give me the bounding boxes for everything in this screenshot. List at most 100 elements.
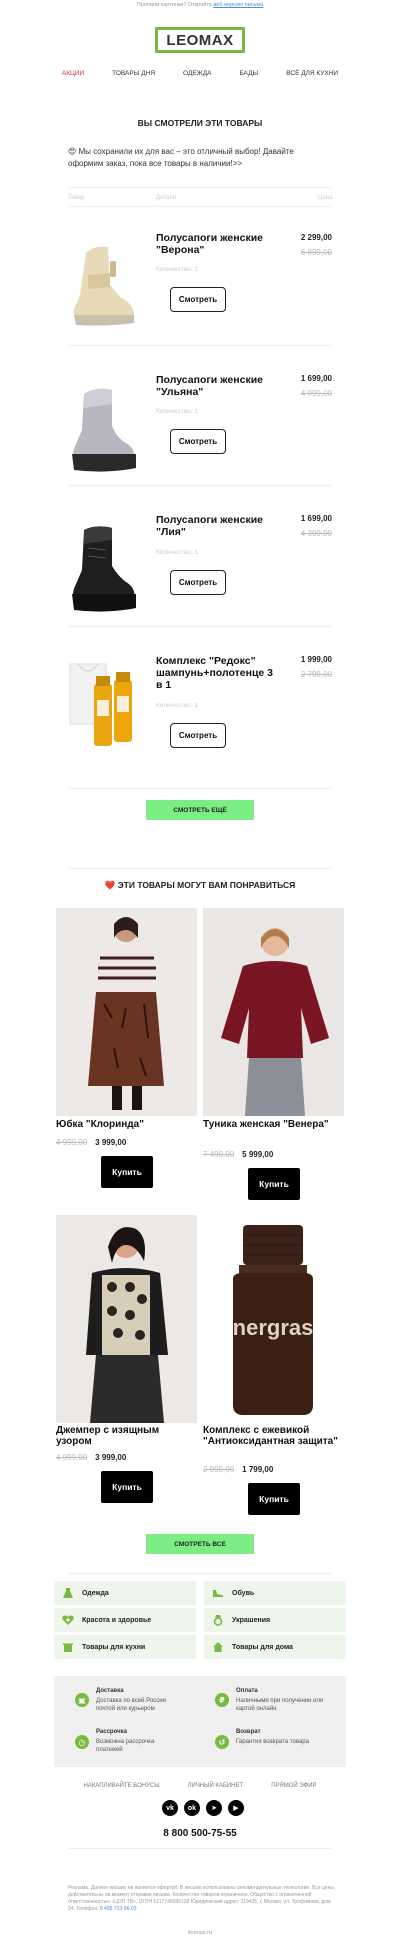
youtube-icon[interactable]: ▶	[228, 1800, 244, 1816]
site-link[interactable]: leomax.ru	[0, 1930, 400, 1936]
rec-price-row: 4 999,00 3 999,00	[56, 1453, 126, 1462]
ruble-icon: ₽	[215, 1693, 229, 1707]
info-title: Возврат	[236, 1729, 261, 1735]
product-qty: Количество: 1	[156, 549, 199, 556]
buy-button[interactable]: Купить	[248, 1168, 300, 1200]
info-title: Рассрочка	[96, 1729, 127, 1735]
vk-icon[interactable]: vk	[162, 1800, 178, 1816]
col-header-goods: Товар	[68, 195, 85, 201]
logo[interactable]: LEOMAX	[155, 27, 245, 53]
footer-links: НАКАПЛИВАЙТЕ БОНУСЫ ЛИЧНЫЙ КАБИНЕТ ПРЯМО…	[0, 1783, 400, 1789]
col-header-details: Детали	[156, 195, 177, 201]
rec-image-skirt[interactable]	[56, 908, 197, 1116]
rec-image-tunic[interactable]	[203, 908, 344, 1116]
footer-link-live[interactable]: ПРЯМОЙ ЭФИР	[271, 1783, 316, 1789]
boot-image	[73, 246, 135, 326]
product-qty: Количество: 1	[156, 266, 199, 273]
nav-item-sales[interactable]: АКЦИИ	[62, 70, 84, 77]
category-shoes[interactable]: Обувь	[204, 1581, 346, 1605]
recommend-title: ❤️ ЭТИ ТОВАРЫ МОГУТ ВАМ ПОНРАВИТЬСЯ	[104, 880, 296, 890]
category-jewelry[interactable]: Украшения	[204, 1608, 346, 1632]
rec-price: 3 999,00	[95, 1138, 127, 1147]
rec-product-name[interactable]: Джемпер с изящным узором	[56, 1425, 197, 1447]
category-home[interactable]: Товары для дома	[204, 1635, 346, 1659]
product-image-ulyana[interactable]	[66, 378, 138, 483]
legal-phone-link[interactable]: 8 495 733-96-03	[100, 1906, 137, 1912]
shoe-icon	[213, 1590, 224, 1597]
view-button[interactable]: Смотреть	[170, 429, 226, 454]
category-clothes[interactable]: Одежда	[54, 1581, 196, 1605]
phone-number[interactable]: 8 800 500-75-55	[0, 1828, 400, 1839]
product-old-price: 4 999,00	[300, 389, 332, 398]
view-button[interactable]: Смотреть	[170, 287, 226, 312]
boot-image	[72, 526, 136, 612]
rec-old-price: 4 999,00	[56, 1138, 88, 1147]
rec-old-price: 2 999,00	[203, 1465, 235, 1474]
ring-icon	[213, 1615, 223, 1626]
info-text: Возможна рассрочка платежей	[96, 1739, 155, 1753]
bottle-photo: nergras	[233, 1225, 314, 1415]
bottle-label: nergras	[233, 1315, 314, 1340]
see-more-button[interactable]: СМОТРЕТЬ ЕЩЁ	[146, 800, 254, 820]
nav-item-supplements[interactable]: БАДЫ	[239, 70, 258, 77]
view-button[interactable]: Смотреть	[170, 570, 226, 595]
pot-icon	[63, 1643, 73, 1652]
col-header-price: Цена	[318, 195, 333, 201]
skirt-photo	[88, 917, 164, 1110]
product-name[interactable]: Полусапоги женские "Лия"	[156, 514, 278, 538]
nav-item-deals[interactable]: ТОВАРЫ ДНЯ	[112, 70, 155, 77]
telegram-icon[interactable]: ➤	[206, 1800, 222, 1816]
rec-price: 3 999,00	[95, 1453, 127, 1462]
rec-image-complex[interactable]: nergras	[203, 1215, 344, 1423]
heart-plus-icon	[62, 1615, 74, 1625]
web-version-link[interactable]: веб-версию письма	[213, 2, 263, 8]
social-links: vk ok ➤ ▶	[162, 1800, 244, 1816]
rec-old-price: 7 499,00	[203, 1150, 235, 1159]
rec-old-price: 4 999,00	[56, 1453, 88, 1462]
buy-button[interactable]: Купить	[101, 1471, 153, 1503]
rec-product-name[interactable]: Туника женская "Венера"	[203, 1119, 344, 1130]
rec-price: 5 999,00	[242, 1150, 274, 1159]
footer-link-account[interactable]: ЛИЧНЫЙ КАБИНЕТ	[188, 1783, 244, 1789]
legal-text: Реклама. Данное письмо не является оферт…	[68, 1885, 334, 1912]
product-image-redox[interactable]	[66, 660, 138, 765]
boot-image	[72, 388, 136, 472]
viewed-intro: 😍 Мы сохранили их для вас – это отличный…	[68, 147, 294, 168]
house-icon	[213, 1642, 223, 1652]
category-beauty[interactable]: Красота и здоровье	[54, 1608, 196, 1632]
product-name[interactable]: Комплекс "Редокс" шампунь+полотенце 3 в …	[156, 655, 278, 691]
info-title: Доставка	[96, 1688, 124, 1694]
buy-button[interactable]: Купить	[248, 1483, 300, 1515]
product-old-price: 4 399,00	[300, 529, 332, 538]
product-image-liya[interactable]	[66, 518, 138, 623]
ok-icon[interactable]: ok	[184, 1800, 200, 1816]
product-price: 1 699,00	[300, 514, 332, 523]
product-image-verona[interactable]	[66, 235, 138, 340]
jumper-photo	[86, 1227, 168, 1423]
info-text: Доставка по всей России почтой или курье…	[96, 1698, 166, 1712]
shampoo-image	[69, 663, 132, 746]
see-all-button[interactable]: СМОТРЕТЬ ВСЕ	[146, 1534, 254, 1554]
rec-image-jumper[interactable]	[56, 1215, 197, 1423]
product-name[interactable]: Полусапоги женские "Верона"	[156, 232, 278, 256]
nav-item-kitchen[interactable]: ВСЁ ДЛЯ КУХНИ	[286, 70, 338, 77]
product-price: 2 299,00	[300, 233, 332, 242]
rec-price-row: 7 499,00 5 999,00	[203, 1150, 273, 1159]
product-price: 1 699,00	[300, 374, 332, 383]
rec-product-name[interactable]: Комплекс с ежевикой "Антиоксидантная защ…	[203, 1425, 344, 1447]
dress-icon	[63, 1588, 73, 1598]
product-name[interactable]: Полусапоги женские "Ульяна"	[156, 374, 278, 398]
main-nav: АКЦИИ ТОВАРЫ ДНЯ ОДЕЖДА БАДЫ ВСЁ ДЛЯ КУХ…	[0, 70, 400, 77]
buy-button[interactable]: Купить	[101, 1156, 153, 1188]
product-price: 1 999,00	[300, 655, 332, 664]
product-old-price: 2 799,00	[300, 670, 332, 679]
nav-item-clothes[interactable]: ОДЕЖДА	[183, 70, 211, 77]
rec-price-row: 4 999,00 3 999,00	[56, 1138, 126, 1147]
footer-link-bonuses[interactable]: НАКАПЛИВАЙТЕ БОНУСЫ	[83, 1783, 159, 1789]
rec-product-name[interactable]: Юбка "Клоринда"	[56, 1119, 197, 1130]
rec-price-row: 2 999,00 1 799,00	[203, 1465, 273, 1474]
view-button[interactable]: Смотреть	[170, 723, 226, 748]
category-kitchen[interactable]: Товары для кухни	[54, 1635, 196, 1659]
return-icon: ↺	[215, 1735, 229, 1749]
viewed-title: ВЫ СМОТРЕЛИ ЭТИ ТОВАРЫ	[137, 118, 263, 128]
